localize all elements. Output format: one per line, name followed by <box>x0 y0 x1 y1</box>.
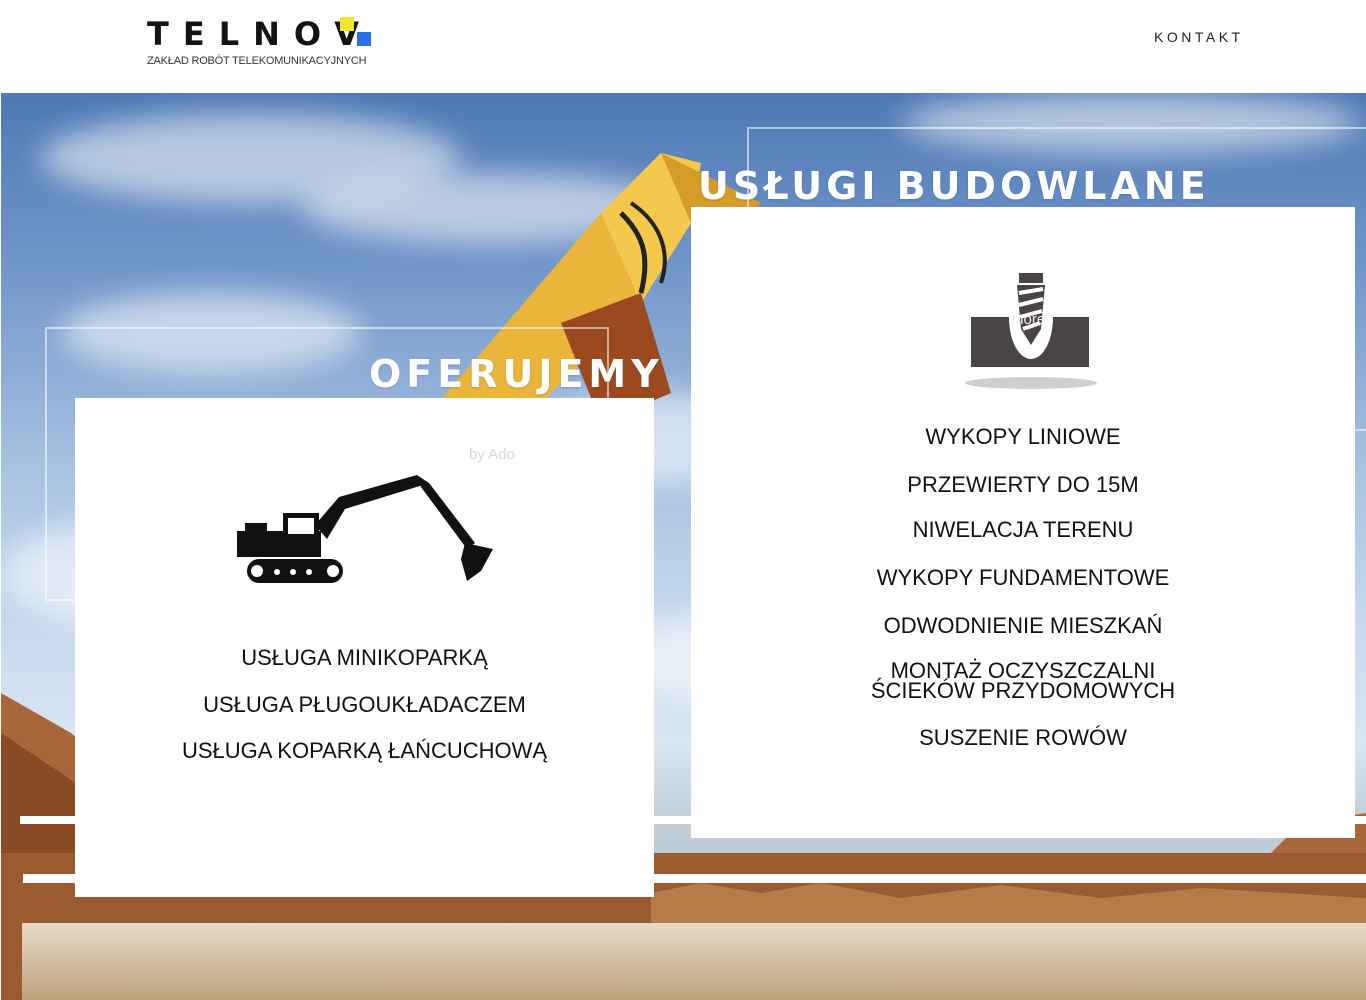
nav-contact-link[interactable]: KONTAKT <box>1154 29 1244 45</box>
construction-title: USŁUGI BUDOWLANE <box>698 164 1210 208</box>
construction-item: ŚCIEKÓW PRZYDOMOWYCH <box>870 678 1176 703</box>
construction-item: WYKOPY FUNDAMENTOWE <box>876 565 1170 590</box>
offer-item: USŁUGA PŁUGOUKŁADACZEM <box>203 692 526 717</box>
logo-subtitle: ZAKŁAD ROBÓT TELEKOMUNIKACYJNYCH <box>147 55 367 67</box>
offer-card: by Ado USŁUGA MINIKOPARKĄ USŁUGA PŁUGOUK… <box>75 398 654 897</box>
logo[interactable]: TELNOV ZAKŁAD ROBÓT TELEKOMUNIKACYJNYCH <box>147 14 373 67</box>
logo-blue-square <box>357 32 371 46</box>
site-header: TELNOV ZAKŁAD ROBÓT TELEKOMUNIKACYJNYCH … <box>0 0 1366 93</box>
construction-item: WYKOPY LINIOWE <box>925 424 1121 449</box>
offer-title: OFERUJEMY <box>369 352 664 396</box>
excavator-icon <box>237 475 493 583</box>
construction-item: ODWODNIENIE MIESZKAŃ <box>883 613 1163 638</box>
construction-watermark: more <box>1011 311 1046 328</box>
construction-item: SUSZENIE ROWÓW <box>919 725 1127 750</box>
construction-card: more WYKOPY LINIOWE PRZEWIERTY DO 15M NI… <box>691 207 1355 838</box>
offer-item: USŁUGA MINIKOPARKĄ <box>241 645 488 670</box>
construction-item: NIWELACJA TERENU <box>912 517 1134 542</box>
offer-item: USŁUGA KOPARKĄ ŁAŃCUCHOWĄ <box>181 738 548 763</box>
logo-yellow-square <box>340 17 354 31</box>
drill-icon <box>965 273 1097 389</box>
offer-watermark: by Ado <box>469 446 515 463</box>
construction-item: PRZEWIERTY DO 15M <box>907 472 1139 497</box>
